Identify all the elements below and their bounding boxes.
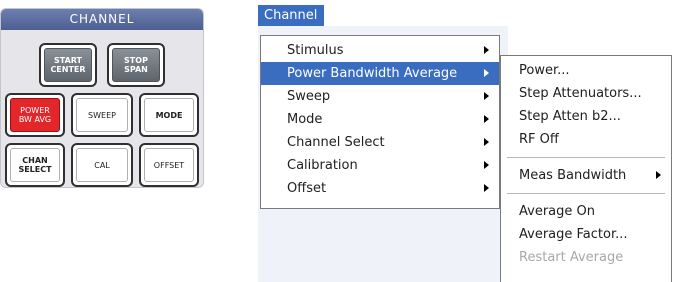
menu-item-label: Average Factor...: [519, 227, 628, 242]
menu-bar: Channel: [258, 0, 678, 26]
sweep-key[interactable]: SWEEP: [71, 93, 133, 137]
submenu-arrow-icon: [484, 161, 489, 169]
channel-keypad-title: CHANNEL: [1, 9, 203, 30]
menu-item-stimulus[interactable]: Stimulus: [261, 39, 499, 62]
sweep-key-label: SWEEP: [76, 98, 128, 132]
power-bandwidth-average-submenu: Power... Step Attenuators... Step Atten …: [500, 55, 672, 282]
start-center-key-label: START CENTER: [44, 48, 92, 82]
menu-separator: [507, 157, 665, 158]
offset-key-label: OFFSET: [144, 148, 194, 182]
channel-keypad: CHANNEL START CENTER STOP SPAN POWER BW …: [0, 8, 204, 188]
mode-key-label: MODE: [144, 98, 194, 132]
menu-item-average-factor[interactable]: Average Factor...: [501, 223, 671, 246]
submenu-arrow-icon: [484, 184, 489, 192]
stop-span-key[interactable]: STOP SPAN: [107, 43, 165, 87]
menu-item-mode[interactable]: Mode: [261, 108, 499, 131]
menu-item-calibration[interactable]: Calibration: [261, 154, 499, 177]
menu-item-offset[interactable]: Offset: [261, 177, 499, 200]
chan-select-key-label: CHAN SELECT: [10, 148, 60, 182]
cal-key[interactable]: CAL: [71, 143, 133, 187]
menu-item-power-bandwidth-average[interactable]: Power Bandwidth Average: [261, 62, 499, 85]
submenu-arrow-icon: [484, 46, 489, 54]
menu-item-average-on[interactable]: Average On: [501, 200, 671, 223]
menu-item-label: Mode: [287, 112, 323, 127]
menu-item-label: Step Attenuators...: [519, 86, 642, 101]
power-bw-avg-key-label: POWER BW AVG: [10, 98, 60, 132]
power-bw-avg-key[interactable]: POWER BW AVG: [5, 93, 65, 137]
menu-item-power[interactable]: Power...: [501, 59, 671, 82]
submenu-arrow-icon: [484, 115, 489, 123]
submenu-arrow-icon: [484, 92, 489, 100]
menu-item-label: Power Bandwidth Average: [287, 66, 458, 81]
menu-item-label: Step Atten b2...: [519, 109, 621, 124]
menu-item-step-attenuators[interactable]: Step Attenuators...: [501, 82, 671, 105]
chan-select-key[interactable]: CHAN SELECT: [5, 143, 65, 187]
menu-item-step-atten-b2[interactable]: Step Atten b2...: [501, 105, 671, 128]
mode-key[interactable]: MODE: [139, 93, 199, 137]
menu-item-label: Power...: [519, 63, 570, 78]
menu-item-label: Stimulus: [287, 43, 344, 58]
menu-item-meas-bandwidth[interactable]: Meas Bandwidth: [501, 164, 671, 187]
cal-key-label: CAL: [76, 148, 128, 182]
menu-item-label: Offset: [287, 181, 327, 196]
menu-channel[interactable]: Channel: [258, 5, 325, 26]
menu-item-channel-select[interactable]: Channel Select: [261, 131, 499, 154]
stop-span-key-label: STOP SPAN: [112, 48, 160, 82]
menu-item-label: Meas Bandwidth: [519, 168, 627, 183]
menu-item-label: Sweep: [287, 89, 331, 104]
menu-item-label: Restart Average: [519, 250, 624, 265]
menu-item-restart-average: Restart Average: [501, 246, 671, 269]
menu-item-sweep[interactable]: Sweep: [261, 85, 499, 108]
start-center-key[interactable]: START CENTER: [39, 43, 97, 87]
offset-key[interactable]: OFFSET: [139, 143, 199, 187]
menu-item-label: Average On: [519, 204, 595, 219]
menu-item-rf-off[interactable]: RF Off: [501, 128, 671, 151]
submenu-arrow-icon: [484, 69, 489, 77]
submenu-arrow-icon: [656, 171, 661, 179]
menu-item-label: Channel Select: [287, 135, 385, 150]
menu-item-label: Calibration: [287, 158, 358, 173]
menu-item-label: RF Off: [519, 132, 559, 147]
submenu-arrow-icon: [484, 138, 489, 146]
menu-separator: [507, 193, 665, 194]
channel-menu: Stimulus Power Bandwidth Average Sweep M…: [260, 35, 500, 209]
